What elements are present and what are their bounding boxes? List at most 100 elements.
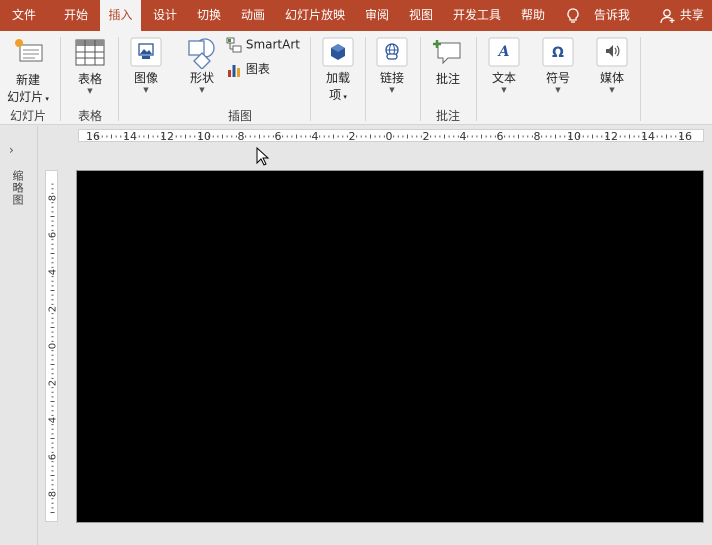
tab-transitions[interactable]: 切换 [197, 0, 221, 31]
chart-label: 图表 [245, 62, 270, 76]
ruler-label: 4 [312, 130, 319, 142]
link-icon [376, 37, 408, 67]
share-button[interactable]: 共享 [660, 0, 704, 31]
media-button[interactable]: 媒体 ▼ [592, 37, 632, 94]
ruler-label: 8 [534, 130, 541, 142]
bar-chart-icon [228, 64, 240, 77]
text-label: 文本 [491, 71, 516, 85]
addins-button[interactable]: 加载 项 ▾ [318, 37, 358, 103]
image-label: 图像 [133, 71, 158, 85]
tab-animations[interactable]: 动画 [241, 0, 265, 31]
chevron-down-icon: ▼ [143, 86, 149, 94]
tab-developer[interactable]: 开发工具 [453, 0, 501, 31]
tab-file[interactable]: 文件 [12, 0, 36, 31]
symbol-button[interactable]: Ω 符号 ▼ [538, 37, 578, 94]
group-label-comments: 批注 [435, 109, 460, 123]
thumbnail-pane-label: 缩略图 [11, 170, 24, 206]
ruler-label: 4 [48, 269, 59, 275]
person-icon [660, 8, 675, 23]
separator [60, 37, 61, 121]
separator [640, 37, 641, 121]
shapes-icon [188, 38, 215, 69]
symbol-label: 符号 [545, 71, 570, 85]
tab-slideshow[interactable]: 幻灯片放映 [285, 0, 345, 31]
tab-help[interactable]: 帮助 [521, 0, 545, 31]
image-icon [130, 37, 162, 67]
text-icon: A [488, 37, 520, 67]
menu-bar: 文件 开始 插入 设计 切换 动画 幻灯片放映 审阅 视图 开发工具 帮助 告诉… [0, 0, 712, 31]
ruler-label: 16 [678, 130, 692, 142]
svg-text:Ω: Ω [552, 45, 564, 61]
ribbon: 新建 幻灯片 ▾ 幻灯片 表格 ▼ 表格 图像 ▼ 形状 ▼ SmartArt … [0, 31, 712, 125]
omega-icon: Ω [542, 37, 574, 67]
separator [310, 37, 311, 121]
addins-label-1: 加载 [325, 71, 350, 85]
ruler-label: 6 [48, 232, 59, 238]
table-label: 表格 [77, 72, 102, 86]
thumbnail-pane: › 缩略图 [0, 126, 38, 545]
group-label-slides: 幻灯片 [9, 109, 46, 123]
ruler-label: 8 [48, 491, 59, 497]
chevron-down-icon: ▼ [501, 86, 507, 94]
slide-canvas[interactable] [76, 170, 704, 523]
tab-insert[interactable]: 插入 [100, 0, 141, 31]
table-button[interactable]: 表格 ▼ [70, 39, 110, 95]
link-button[interactable]: 链接 ▼ [372, 37, 412, 94]
tab-review[interactable]: 审阅 [365, 0, 389, 31]
group-label-illustrations: 插图 [227, 109, 252, 123]
chevron-down-icon: ▼ [609, 86, 615, 94]
mouse-cursor-icon [256, 147, 270, 166]
separator [365, 37, 366, 121]
vertical-ruler: 8 6 4 2 0 2 4 6 8 [45, 170, 58, 522]
ruler-label: 2 [423, 130, 430, 142]
table-icon [75, 39, 105, 66]
expand-chevron-icon[interactable]: › [9, 143, 14, 157]
ruler-label: 6 [48, 454, 59, 460]
chevron-down-icon: ▼ [555, 86, 561, 94]
ruler-label: 4 [48, 417, 59, 423]
chevron-down-icon: ▼ [199, 86, 205, 94]
tab-view[interactable]: 视图 [409, 0, 433, 31]
new-slide-label-1: 新建 [15, 73, 40, 87]
comment-icon [433, 40, 461, 65]
svg-text:A: A [497, 44, 510, 60]
ruler-label: 6 [275, 130, 282, 142]
comment-label: 批注 [435, 72, 460, 86]
chevron-down-icon: ▼ [389, 86, 395, 94]
link-label: 链接 [379, 71, 404, 85]
chevron-down-icon: ▼ [87, 87, 93, 95]
ruler-label: 8 [238, 130, 245, 142]
tab-design[interactable]: 设计 [153, 0, 177, 31]
text-button[interactable]: A 文本 ▼ [484, 37, 524, 94]
comment-button[interactable]: 批注 [428, 37, 468, 87]
tab-home[interactable]: 开始 [64, 0, 88, 31]
shapes-button[interactable]: 形状 ▼ [182, 37, 222, 94]
image-button[interactable]: 图像 ▼ [126, 37, 166, 94]
ruler-label: 2 [48, 306, 59, 312]
media-label: 媒体 [599, 71, 624, 85]
ruler-label: 8 [48, 195, 59, 201]
separator [476, 37, 477, 121]
ruler-label: 2 [48, 380, 59, 386]
ruler-label: 4 [460, 130, 467, 142]
ruler-label: 6 [497, 130, 504, 142]
new-slide-button[interactable]: 新建 幻灯片 ▾ [4, 36, 52, 105]
new-slide-icon [15, 39, 43, 62]
separator [118, 37, 119, 121]
horizontal-ruler: 16 14 12 10 8 6 4 2 0 2 4 6 8 10 12 14 16 [78, 129, 704, 142]
smartart-label: SmartArt [245, 37, 300, 52]
new-slide-label-2: 幻灯片 ▾ [7, 90, 49, 104]
smartart-button[interactable]: SmartArt [226, 37, 300, 53]
addins-icon [322, 37, 354, 67]
lightbulb-icon [567, 7, 579, 23]
smartart-icon [226, 37, 242, 53]
ruler-label: 0 [48, 343, 59, 349]
tell-me-label: 告诉我 [593, 8, 630, 22]
group-label-tables: 表格 [77, 109, 102, 123]
shapes-label: 形状 [189, 71, 214, 85]
ruler-label: 0 [386, 130, 393, 142]
separator [420, 37, 421, 121]
tell-me[interactable]: 告诉我 [566, 0, 630, 31]
speaker-icon [596, 37, 628, 67]
chart-button[interactable]: 图表 [226, 60, 270, 78]
